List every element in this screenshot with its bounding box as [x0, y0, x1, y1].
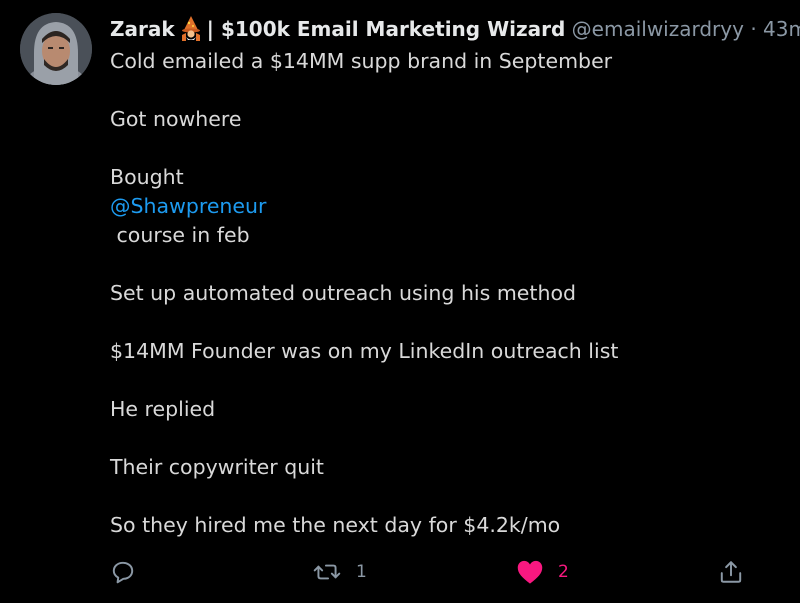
tweet-header: Zarak | $100k Email Marketing Wizard @em…	[110, 15, 800, 43]
like-count: 2	[558, 562, 569, 582]
tweet-line: Set up automated outreach using his meth…	[110, 281, 576, 305]
tweet-line: Cold emailed a $14MM supp brand in Septe…	[110, 49, 613, 73]
tweet-line: Got nowhere	[110, 107, 242, 131]
tweet[interactable]: Zarak | $100k Email Marketing Wizard @em…	[0, 0, 800, 603]
reply-icon	[110, 559, 136, 585]
tweet-line: Their copywriter quit	[110, 455, 324, 479]
tweet-text: Cold emailed a $14MM supp brand in Septe…	[110, 47, 790, 540]
mention-link[interactable]: @Shawpreneur	[110, 194, 266, 218]
timestamp[interactable]: 43m	[763, 17, 800, 41]
tweet-actions: 1 2	[110, 556, 750, 588]
tweet-line: Bought	[110, 165, 184, 189]
user-handle[interactable]: @emailwizardryy	[572, 17, 744, 41]
display-name[interactable]: Zarak	[110, 17, 175, 41]
retweet-icon	[312, 559, 342, 585]
tweet-line: course in feb	[110, 223, 250, 247]
reply-button[interactable]	[110, 556, 136, 588]
separator-dot: ·	[750, 17, 757, 41]
retweet-button[interactable]: 1	[312, 556, 367, 588]
wizard-emoji-icon	[178, 15, 204, 41]
tweet-line: So they hired me the next day for $4.2k/…	[110, 513, 561, 537]
avatar[interactable]	[20, 13, 92, 85]
avatar-photo	[20, 13, 92, 85]
heart-icon	[516, 559, 544, 585]
share-icon	[718, 559, 744, 585]
tweet-line: $14MM Founder was on my LinkedIn outreac…	[110, 339, 619, 363]
share-button[interactable]	[718, 556, 744, 588]
display-name-suffix[interactable]: | $100k Email Marketing Wizard	[207, 17, 566, 41]
like-button[interactable]: 2	[516, 556, 569, 588]
tweet-line: He replied	[110, 397, 216, 421]
retweet-count: 1	[356, 562, 367, 582]
